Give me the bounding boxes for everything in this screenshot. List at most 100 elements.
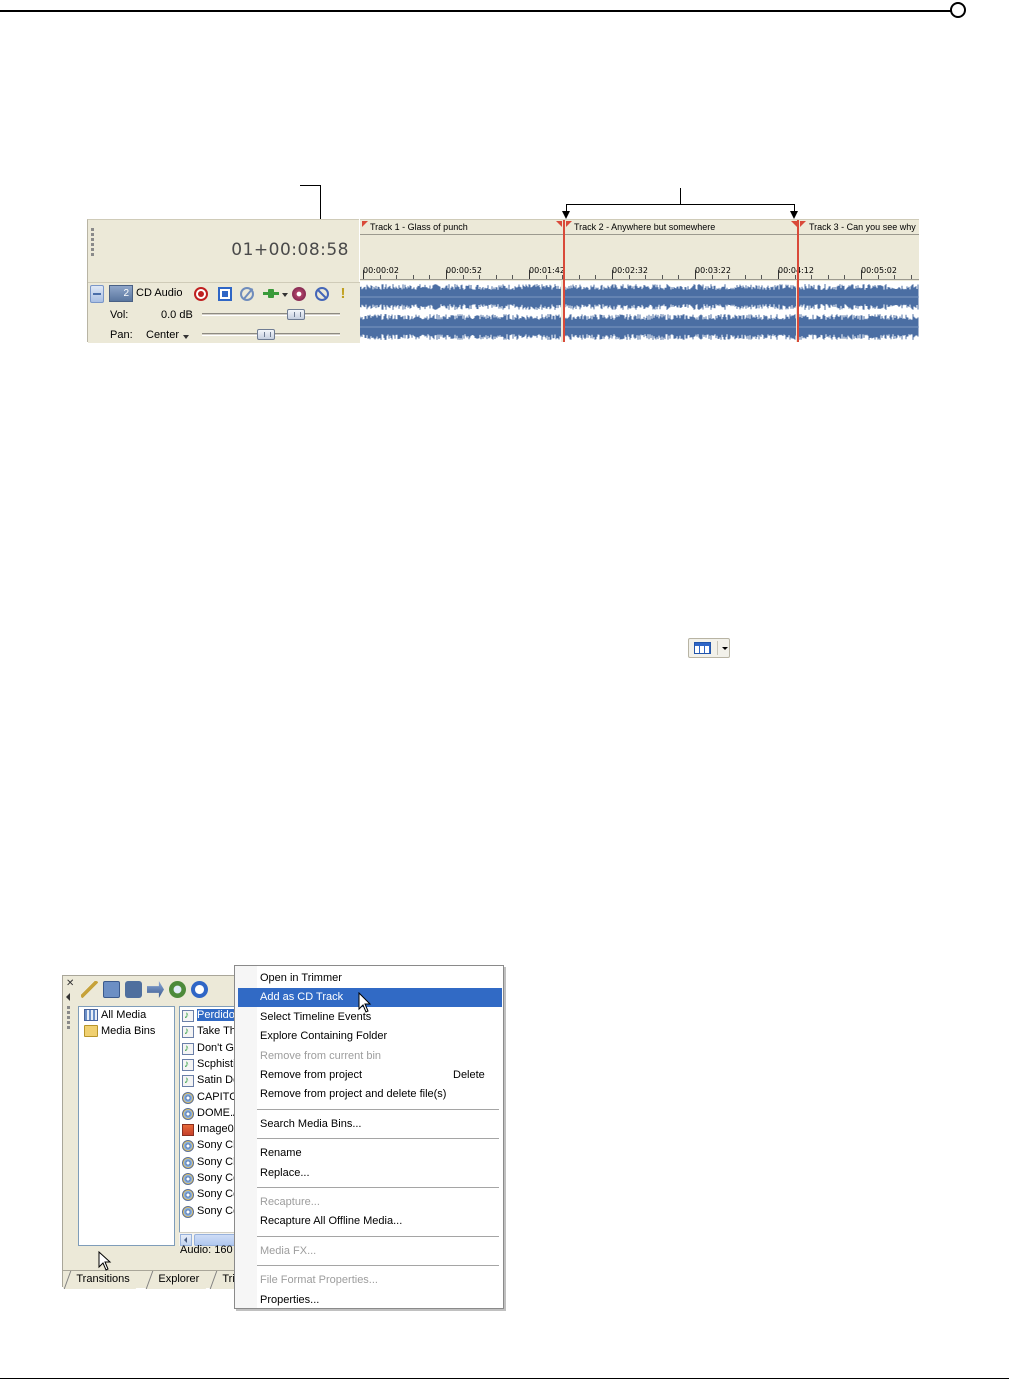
ruler-subtick [728, 275, 730, 279]
ruler-tick-label: 00:04:12 [778, 266, 814, 275]
menu-item-label: Explore Containing Folder [260, 1030, 388, 1043]
time-display: 01+00:08:58 [231, 240, 349, 260]
audio-file-icon [182, 1008, 194, 1023]
tree-item-media-bins[interactable]: Media Bins [84, 1025, 155, 1040]
menu-item-search-media-bins[interactable]: Search Media Bins... [238, 1115, 502, 1134]
audio-waveform[interactable] [360, 281, 919, 342]
region-end-flag[interactable] [556, 221, 562, 227]
region-start-flag[interactable] [362, 221, 368, 227]
region-label[interactable]: Track 2 - Anywhere but somewhere [574, 222, 715, 232]
tab-transitions[interactable]: Transitions [63, 1271, 143, 1289]
region-label[interactable]: Track 1 - Glass of punch [370, 222, 468, 232]
audio-file-icon [182, 1073, 194, 1088]
menu-item-replace[interactable]: Replace... [238, 1164, 502, 1183]
callout-arrow [562, 211, 570, 219]
region-label[interactable]: Track 3 - Can you see why [809, 222, 916, 232]
folder-icon [84, 1025, 98, 1037]
vol-slider-track[interactable] [202, 313, 340, 316]
search-icon[interactable] [191, 981, 208, 998]
cd-layout-bar[interactable]: Track 1 - Glass of punch Track 2 - Anywh… [360, 220, 919, 235]
media-status-text: Audio: 160 ( [180, 1244, 240, 1256]
media-file-name: Sony Ch [197, 1139, 240, 1152]
button-divider [717, 641, 718, 655]
grip-dot [91, 233, 94, 236]
callout-line [300, 185, 320, 186]
ruler-subtick [794, 275, 796, 279]
ruler-tick-label: 00:00:02 [363, 266, 399, 275]
menu-item-rename[interactable]: Rename [238, 1144, 502, 1163]
gear-icon[interactable] [292, 287, 306, 301]
vol-slider-thumb[interactable] [287, 309, 305, 320]
chevron-down-icon[interactable] [722, 647, 728, 650]
ruler-subtick [379, 275, 381, 279]
image-file-icon [182, 1124, 194, 1137]
pan-value[interactable]: Center [146, 329, 179, 341]
chevron-down-icon[interactable] [282, 293, 288, 297]
close-icon[interactable]: ✕ [66, 978, 74, 989]
ruler-tick-label: 00:05:02 [861, 266, 897, 275]
ruler-tick [612, 270, 613, 279]
menu-separator [257, 1108, 499, 1111]
region-start-flag[interactable] [566, 221, 572, 227]
tab-explorer[interactable]: Explorer [145, 1271, 213, 1289]
cd-file-icon [182, 1156, 194, 1169]
window-tabs: Transitions Explorer Tri [63, 1270, 257, 1289]
extract-audio-icon[interactable] [169, 981, 186, 998]
header-rule [0, 10, 960, 12]
menu-item-remove-from-current-bin: Remove from current bin [238, 1047, 502, 1066]
ruler-tick [363, 270, 364, 279]
ruler-tick [446, 270, 447, 279]
time-ruler[interactable]: 00:00:02 00:00:52 00:01:42 00:02:32 00:03:22… [360, 260, 919, 280]
automation-icon[interactable] [218, 287, 232, 301]
menu-item-label: Remove from project [260, 1069, 363, 1081]
view-mode-button[interactable] [688, 638, 730, 658]
menu-item-remove-from-project-and-delete-file-s[interactable]: Remove from project and delete file(s) [238, 1085, 502, 1104]
menu-separator [257, 1265, 499, 1268]
menu-item-label: Media FX... [260, 1244, 317, 1257]
mute-icon[interactable] [315, 287, 329, 301]
tree-item-all-media[interactable]: All Media [84, 1009, 146, 1024]
capture-icon[interactable] [125, 981, 142, 998]
menu-item-label: Add as CD Track [260, 991, 344, 1004]
waveform-area[interactable] [360, 281, 919, 342]
menu-item-recapture-all-offline-media[interactable]: Recapture All Offline Media... [238, 1212, 502, 1231]
ruler-subtick [396, 275, 398, 279]
menu-item-label: Properties... [260, 1293, 320, 1306]
menu-item-label: Remove from project and delete file(s) [260, 1088, 447, 1101]
ruler-tick-label: 00:02:32 [612, 266, 648, 275]
pan-slider-thumb[interactable] [257, 329, 275, 340]
menu-item-open-in-trimmer[interactable]: Open in Trimmer [238, 969, 502, 988]
track-fx-icon[interactable] [263, 287, 279, 301]
audio-track-row: 2 CD Audio ! Vol: 0.0 dB Pan: Center [88, 282, 360, 343]
ruler-subtick [678, 275, 680, 279]
invert-phase-icon[interactable] [240, 287, 254, 301]
timeline-area[interactable]: Track 1 - Glass of punch Track 2 - Anywh… [360, 219, 919, 342]
import-media-icon[interactable] [103, 981, 120, 998]
menu-item-recapture: Recapture... [238, 1193, 502, 1212]
ruler-subtick [578, 275, 580, 279]
audio-file-icon [182, 1057, 194, 1072]
ruler-subtick [827, 275, 829, 279]
grip-dot [91, 253, 94, 256]
solo-icon[interactable]: ! [336, 286, 350, 301]
wand-icon[interactable] [81, 981, 98, 998]
page-tab-marker [950, 2, 966, 18]
region-start-flag[interactable] [800, 221, 806, 227]
cd-file-icon [182, 1091, 194, 1104]
track-name[interactable]: CD Audio [136, 287, 182, 299]
chevron-down-icon[interactable] [183, 335, 189, 339]
arm-record-icon[interactable] [194, 287, 208, 301]
track-minimize-button[interactable] [90, 285, 104, 303]
media-bins-tree[interactable]: All Media Media Bins [78, 1006, 175, 1246]
menu-item-remove-from-project[interactable]: Remove from project Delete [238, 1066, 502, 1085]
menu-item-label: Recapture... [260, 1196, 320, 1208]
ruler-tick [861, 270, 862, 279]
menu-item-explore-containing-folder[interactable]: Explore Containing Folder [238, 1027, 502, 1046]
get-media-icon[interactable] [147, 981, 164, 998]
ruler-subtick [877, 275, 879, 279]
chevron-left-icon[interactable] [66, 993, 70, 1001]
menu-item-properties[interactable]: Properties... [238, 1291, 502, 1310]
media-file-name: Sony Co [197, 1204, 240, 1217]
menu-item-label: Remove from current bin [260, 1049, 382, 1062]
mouse-pointer-icon [358, 992, 372, 1013]
